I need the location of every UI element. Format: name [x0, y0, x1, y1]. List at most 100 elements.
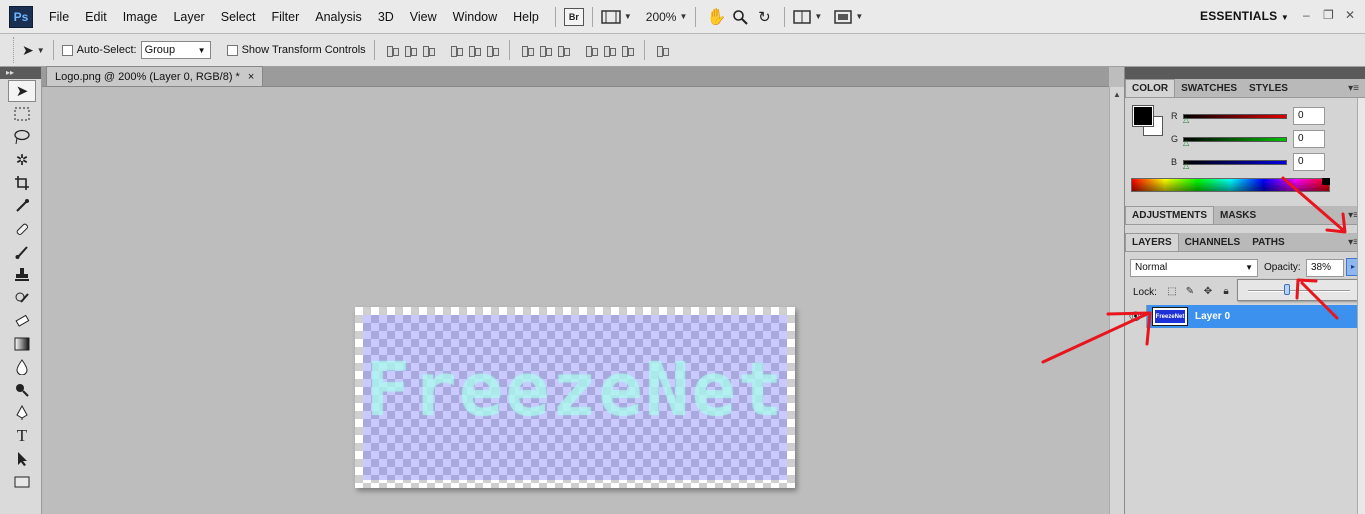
blur-tool-icon[interactable]: [8, 356, 36, 378]
minimize-icon[interactable]: –: [1303, 8, 1310, 22]
lock-all-icon[interactable]: 🔒︎: [1219, 285, 1233, 299]
menu-layer[interactable]: Layer: [165, 10, 212, 24]
rotate-view-icon[interactable]: ↻: [752, 6, 776, 28]
tab-swatches[interactable]: SWATCHES: [1175, 79, 1243, 97]
opacity-slider-thumb[interactable]: [1283, 284, 1290, 295]
menu-help[interactable]: Help: [505, 10, 547, 24]
scroll-up-icon[interactable]: ▲: [1110, 87, 1124, 102]
panel-menu-icon[interactable]: ▾≡: [1348, 83, 1359, 94]
lock-pixels-icon[interactable]: ✎: [1183, 285, 1197, 299]
move-tool-icon[interactable]: ➤: [8, 80, 36, 102]
distribute-bottom-icon[interactable]: [556, 43, 570, 57]
align-hcenter-icon[interactable]: [467, 43, 481, 57]
red-value-input[interactable]: 0: [1293, 107, 1325, 125]
align-right-icon[interactable]: [485, 43, 499, 57]
layer-thumbnail[interactable]: FreezeNet: [1152, 307, 1188, 326]
healing-brush-tool-icon[interactable]: [8, 218, 36, 240]
eraser-tool-icon[interactable]: [8, 310, 36, 332]
path-selection-tool-icon[interactable]: [8, 448, 36, 470]
menu-view[interactable]: View: [402, 10, 445, 24]
distribute-right-icon[interactable]: [620, 43, 634, 57]
menu-image[interactable]: Image: [115, 10, 166, 24]
history-brush-tool-icon[interactable]: [8, 287, 36, 309]
checkbox-box[interactable]: [226, 44, 238, 56]
crop-tool-icon[interactable]: [8, 172, 36, 194]
lock-position-icon[interactable]: ✥: [1201, 285, 1215, 299]
green-slider-thumb-icon[interactable]: △: [1183, 138, 1189, 147]
zoom-level-select[interactable]: 200% ▼: [646, 6, 688, 28]
menu-file[interactable]: File: [41, 10, 77, 24]
tab-layers[interactable]: LAYERS: [1125, 233, 1179, 251]
screen-mode-button[interactable]: ▼: [834, 6, 863, 28]
menu-select[interactable]: Select: [213, 10, 264, 24]
clone-stamp-tool-icon[interactable]: [8, 264, 36, 286]
blue-slider[interactable]: [1183, 159, 1287, 165]
type-tool-icon[interactable]: T: [8, 425, 36, 447]
align-top-icon[interactable]: [385, 43, 399, 57]
red-slider[interactable]: [1183, 113, 1287, 119]
hand-tool-icon[interactable]: ✋: [704, 6, 728, 28]
image-canvas[interactable]: FreezeNet: [355, 307, 795, 488]
distribute-top-icon[interactable]: [520, 43, 534, 57]
close-tab-icon[interactable]: ×: [248, 71, 254, 83]
show-transform-checkbox[interactable]: Show Transform Controls: [226, 44, 366, 56]
checkbox-box[interactable]: [61, 44, 73, 56]
auto-select-checkbox[interactable]: Auto-Select:: [61, 44, 137, 56]
options-grip[interactable]: [6, 37, 14, 63]
magic-wand-tool-icon[interactable]: ✲: [8, 149, 36, 171]
lasso-tool-icon[interactable]: [8, 126, 36, 148]
brush-tool-icon[interactable]: [8, 241, 36, 263]
menu-filter[interactable]: Filter: [263, 10, 307, 24]
black-swatch[interactable]: [1322, 178, 1330, 185]
blue-slider-thumb-icon[interactable]: △: [1183, 161, 1189, 170]
tab-styles[interactable]: STYLES: [1243, 79, 1294, 97]
opacity-slider-track[interactable]: [1248, 290, 1350, 292]
align-left-icon[interactable]: [449, 43, 463, 57]
tab-adjustments[interactable]: ADJUSTMENTS: [1125, 206, 1215, 224]
pen-tool-icon[interactable]: [8, 402, 36, 424]
shape-tool-icon[interactable]: [8, 471, 36, 493]
bridge-button[interactable]: Br: [563, 6, 584, 28]
tool-preset-picker[interactable]: ➤ ▼: [22, 39, 45, 61]
blue-value-input[interactable]: 0: [1293, 153, 1325, 171]
tab-channels[interactable]: CHANNELS: [1179, 233, 1247, 251]
auto-select-dropdown[interactable]: Group ▼: [140, 41, 211, 59]
panel-scrollbar[interactable]: [1357, 98, 1365, 514]
tab-paths[interactable]: PATHS: [1246, 233, 1290, 251]
menu-window[interactable]: Window: [445, 10, 505, 24]
dodge-tool-icon[interactable]: [8, 379, 36, 401]
zoom-tool-icon[interactable]: [728, 6, 752, 28]
lock-transparency-icon[interactable]: ⬚: [1165, 285, 1179, 299]
green-value-input[interactable]: 0: [1293, 130, 1325, 148]
menu-3d[interactable]: 3D: [370, 10, 402, 24]
toolbox-collapse-icon[interactable]: ▸▸: [0, 67, 41, 79]
eyedropper-tool-icon[interactable]: [8, 195, 36, 217]
layer-name[interactable]: Layer 0: [1195, 311, 1230, 322]
auto-align-layers-icon[interactable]: [655, 43, 669, 57]
align-vcenter-icon[interactable]: [403, 43, 417, 57]
eye-icon[interactable]: 👁︎: [1125, 305, 1147, 328]
close-icon[interactable]: ✕: [1345, 8, 1355, 22]
document-tab[interactable]: Logo.png @ 200% (Layer 0, RGB/8) * ×: [46, 66, 264, 86]
gradient-tool-icon[interactable]: [8, 333, 36, 355]
opacity-input[interactable]: 38%: [1306, 259, 1344, 277]
view-extras-button[interactable]: ▼: [601, 6, 632, 28]
green-slider[interactable]: [1183, 136, 1287, 142]
distribute-left-icon[interactable]: [584, 43, 598, 57]
layer-row[interactable]: 👁︎ FreezeNet Layer 0: [1125, 305, 1357, 328]
tab-color[interactable]: COLOR: [1125, 79, 1176, 97]
marquee-tool-icon[interactable]: [8, 103, 36, 125]
workspace-switcher[interactable]: ESSENTIALS ▼: [1200, 9, 1289, 23]
blend-mode-select[interactable]: Normal ▼: [1130, 259, 1258, 277]
align-bottom-icon[interactable]: [421, 43, 435, 57]
arrange-documents-button[interactable]: ▼: [793, 6, 822, 28]
distribute-hcenter-icon[interactable]: [602, 43, 616, 57]
menu-analysis[interactable]: Analysis: [307, 10, 370, 24]
restore-icon[interactable]: ❐: [1323, 8, 1334, 22]
canvas-vertical-scrollbar[interactable]: ▲: [1109, 87, 1124, 514]
foreground-color-swatch[interactable]: [1132, 105, 1154, 127]
tab-masks[interactable]: MASKS: [1214, 206, 1262, 224]
color-spectrum-ramp[interactable]: [1131, 178, 1330, 192]
distribute-vcenter-icon[interactable]: [538, 43, 552, 57]
red-slider-thumb-icon[interactable]: △: [1183, 115, 1189, 124]
